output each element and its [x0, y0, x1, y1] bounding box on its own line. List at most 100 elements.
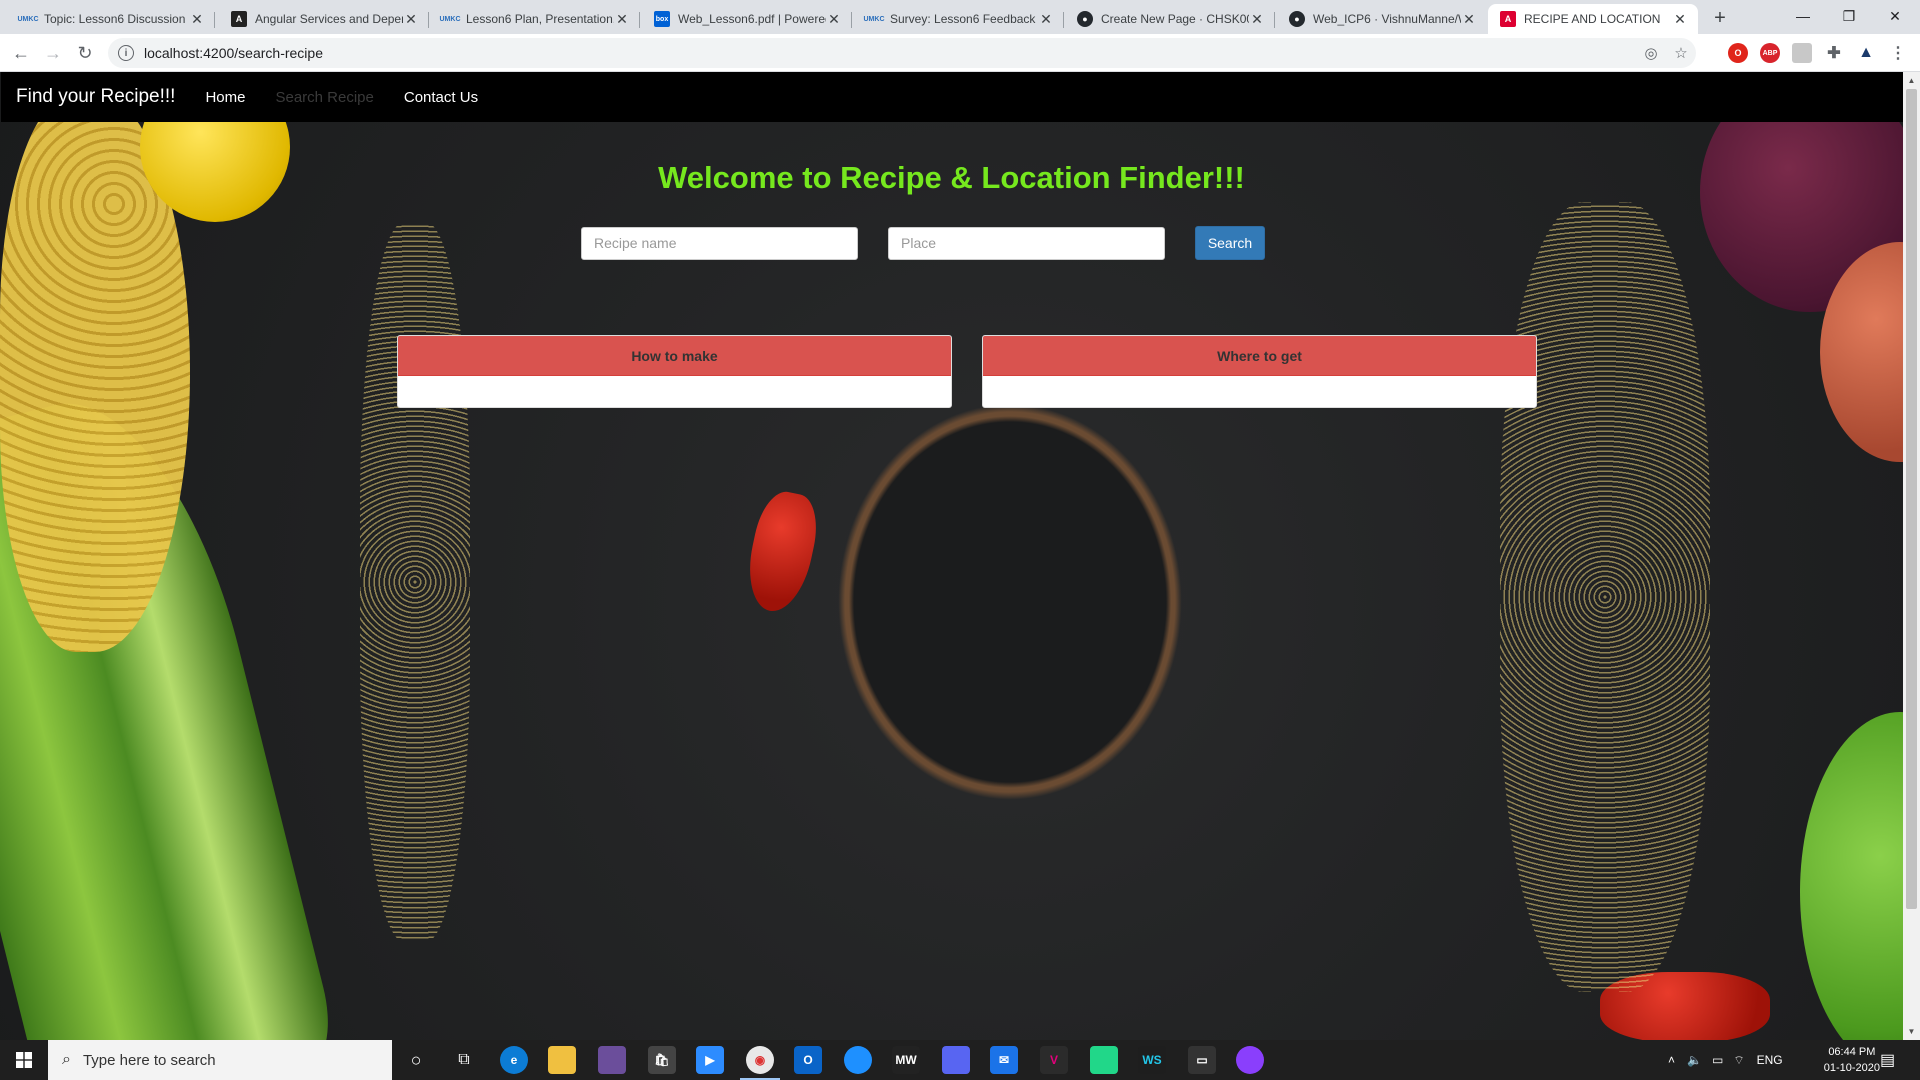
back-icon[interactable]: ← — [8, 40, 34, 66]
app-circle-icon[interactable] — [1236, 1046, 1264, 1074]
close-icon[interactable]: ✕ — [1249, 11, 1265, 28]
mw-icon[interactable]: MW — [892, 1046, 920, 1074]
place-input[interactable] — [888, 226, 1165, 260]
windows-logo-icon — [16, 1052, 32, 1068]
scroll-up-icon[interactable]: ▲ — [1903, 72, 1920, 89]
paint-icon[interactable] — [598, 1046, 626, 1074]
task-view-icon[interactable]: ⧉ — [450, 1046, 478, 1074]
tab-create-new-page[interactable]: ● Create New Page · CHSK00 ✕ — [1065, 4, 1275, 34]
github-icon: ● — [1289, 11, 1305, 27]
tab-title: Angular Services and Depen — [255, 12, 403, 26]
notification-icon[interactable]: ▤ — [1880, 1040, 1895, 1080]
chevron-up-icon[interactable]: ˄ — [1668, 1053, 1675, 1067]
brand-title[interactable]: Find your Recipe!!! — [16, 86, 175, 108]
zoom-icon[interactable]: ▶ — [696, 1046, 724, 1074]
nav-home[interactable]: Home — [205, 89, 245, 106]
store-icon[interactable]: 🛍 — [648, 1046, 676, 1074]
new-tab-button[interactable]: + — [1706, 4, 1734, 32]
info-icon[interactable]: i — [118, 45, 134, 61]
where-to-get-panel: Where to get — [982, 335, 1537, 408]
panel-heading: How to make — [398, 336, 951, 376]
tab-lesson6-plan[interactable]: UMKC Lesson6 Plan, Presentation, ✕ — [430, 4, 640, 34]
search-form: Search — [581, 226, 1265, 260]
background-lettuce — [1800, 712, 1920, 1040]
search-button[interactable]: Search — [1195, 226, 1265, 260]
address-bar[interactable]: i localhost:4200/search-recipe ◎ ☆ — [108, 38, 1696, 68]
nav-search-recipe[interactable]: Search Recipe — [275, 89, 373, 106]
minimize-icon[interactable]: — — [1780, 0, 1826, 32]
start-button[interactable] — [0, 1040, 48, 1080]
app-icon[interactable] — [844, 1046, 872, 1074]
tab-web-lesson6-pdf[interactable]: box Web_Lesson6.pdf | Powered ✕ — [642, 4, 852, 34]
tab-title: Survey: Lesson6 Feedback — [890, 12, 1036, 26]
terminal-icon[interactable]: ▭ — [1188, 1046, 1216, 1074]
taskbar-search[interactable]: ⌕ Type here to search — [48, 1040, 392, 1080]
tab-title: RECIPE AND LOCATION — [1524, 12, 1661, 26]
puzzle-icon[interactable]: ✚ — [1824, 43, 1844, 63]
battery-icon[interactable]: ▭ — [1712, 1053, 1723, 1067]
url-text[interactable]: localhost:4200/search-recipe — [144, 45, 1636, 61]
nav-contact-us[interactable]: Contact Us — [404, 89, 478, 106]
page-title: Welcome to Recipe & Location Finder!!! — [658, 160, 1245, 195]
restore-icon[interactable]: ❐ — [1826, 0, 1872, 32]
tab-title: Web_Lesson6.pdf | Powered — [678, 12, 826, 26]
panel-heading: Where to get — [983, 336, 1536, 376]
location-icon[interactable]: ◎ — [1636, 44, 1666, 62]
app-navbar: Find your Recipe!!! Home Search Recipe C… — [1, 72, 1903, 122]
vim-icon[interactable]: V — [1040, 1046, 1068, 1074]
close-window-icon[interactable]: ✕ — [1872, 0, 1918, 32]
forward-icon[interactable]: → — [40, 40, 66, 66]
recipe-name-input[interactable] — [581, 226, 858, 260]
angular-icon: A — [1500, 11, 1516, 27]
page-viewport: Find your Recipe!!! Home Search Recipe C… — [0, 72, 1920, 1040]
language-indicator[interactable]: ENG — [1757, 1053, 1783, 1067]
close-icon[interactable]: ✕ — [189, 11, 205, 28]
outlook-icon[interactable]: O — [794, 1046, 822, 1074]
how-to-make-panel: How to make — [397, 335, 952, 408]
wifi-icon[interactable]: ⌔ — [1733, 1053, 1744, 1068]
extension-icon[interactable] — [1792, 43, 1812, 63]
opera-extension-icon[interactable]: O — [1728, 43, 1748, 63]
scroll-down-icon[interactable]: ▼ — [1903, 1023, 1920, 1040]
close-icon[interactable]: ✕ — [403, 11, 419, 28]
tab-angular-services[interactable]: A Angular Services and Depen ✕ — [219, 4, 429, 34]
background-knife-sand — [1500, 202, 1710, 992]
tab-separator — [1274, 12, 1275, 28]
background-fork-sand — [360, 222, 470, 942]
file-explorer-icon[interactable] — [548, 1046, 576, 1074]
cortana-icon[interactable]: ○ — [402, 1046, 430, 1074]
tab-separator — [214, 12, 215, 28]
box-icon: box — [654, 11, 670, 27]
tab-web-icp6[interactable]: ● Web_ICP6 · VishnuManne/W ✕ — [1277, 4, 1487, 34]
umkc-icon: UMKC — [439, 15, 461, 23]
tab-lesson6-discussion[interactable]: UMKC Topic: Lesson6 Discussion B ✕ — [8, 4, 215, 34]
umkc-icon: UMKC — [17, 15, 39, 23]
close-icon[interactable]: ✕ — [1672, 11, 1688, 28]
menu-icon[interactable]: ⋮ — [1888, 43, 1908, 63]
volume-icon[interactable]: 🔈 — [1687, 1053, 1702, 1067]
mail-icon[interactable]: ✉ — [990, 1046, 1018, 1074]
close-icon[interactable]: ✕ — [1461, 11, 1477, 28]
tab-separator — [851, 12, 852, 28]
profile-icon[interactable]: ▲ — [1856, 43, 1876, 63]
bookmark-star-icon[interactable]: ☆ — [1666, 44, 1696, 62]
webstorm-icon[interactable]: WS — [1138, 1046, 1166, 1074]
tab-title: Lesson6 Plan, Presentation, — [466, 12, 614, 26]
close-icon[interactable]: ✕ — [1038, 11, 1054, 28]
clock-time: 06:44 PM — [1828, 1046, 1876, 1058]
close-icon[interactable]: ✕ — [614, 11, 630, 28]
tab-recipe-and-location[interactable]: A RECIPE AND LOCATION ✕ — [1488, 4, 1698, 34]
chrome-icon[interactable]: ◉ — [746, 1046, 774, 1074]
tab-survey-lesson6[interactable]: UMKC Survey: Lesson6 Feedback ✕ — [854, 4, 1064, 34]
jetbrains-icon[interactable] — [1090, 1046, 1118, 1074]
tab-separator — [428, 12, 429, 28]
edge-icon[interactable]: e — [500, 1046, 528, 1074]
umkc-icon: UMKC — [863, 15, 885, 23]
reload-icon[interactable]: ↻ — [72, 40, 98, 66]
scrollbar-thumb[interactable] — [1906, 89, 1917, 909]
close-icon[interactable]: ✕ — [826, 11, 842, 28]
page-scrollbar[interactable]: ▲ ▼ — [1903, 72, 1920, 1040]
taskbar-clock[interactable]: 06:44 PM 01-10-2020 — [1824, 1044, 1880, 1076]
adblock-extension-icon[interactable]: ABP — [1760, 43, 1780, 63]
discord-icon[interactable] — [942, 1046, 970, 1074]
